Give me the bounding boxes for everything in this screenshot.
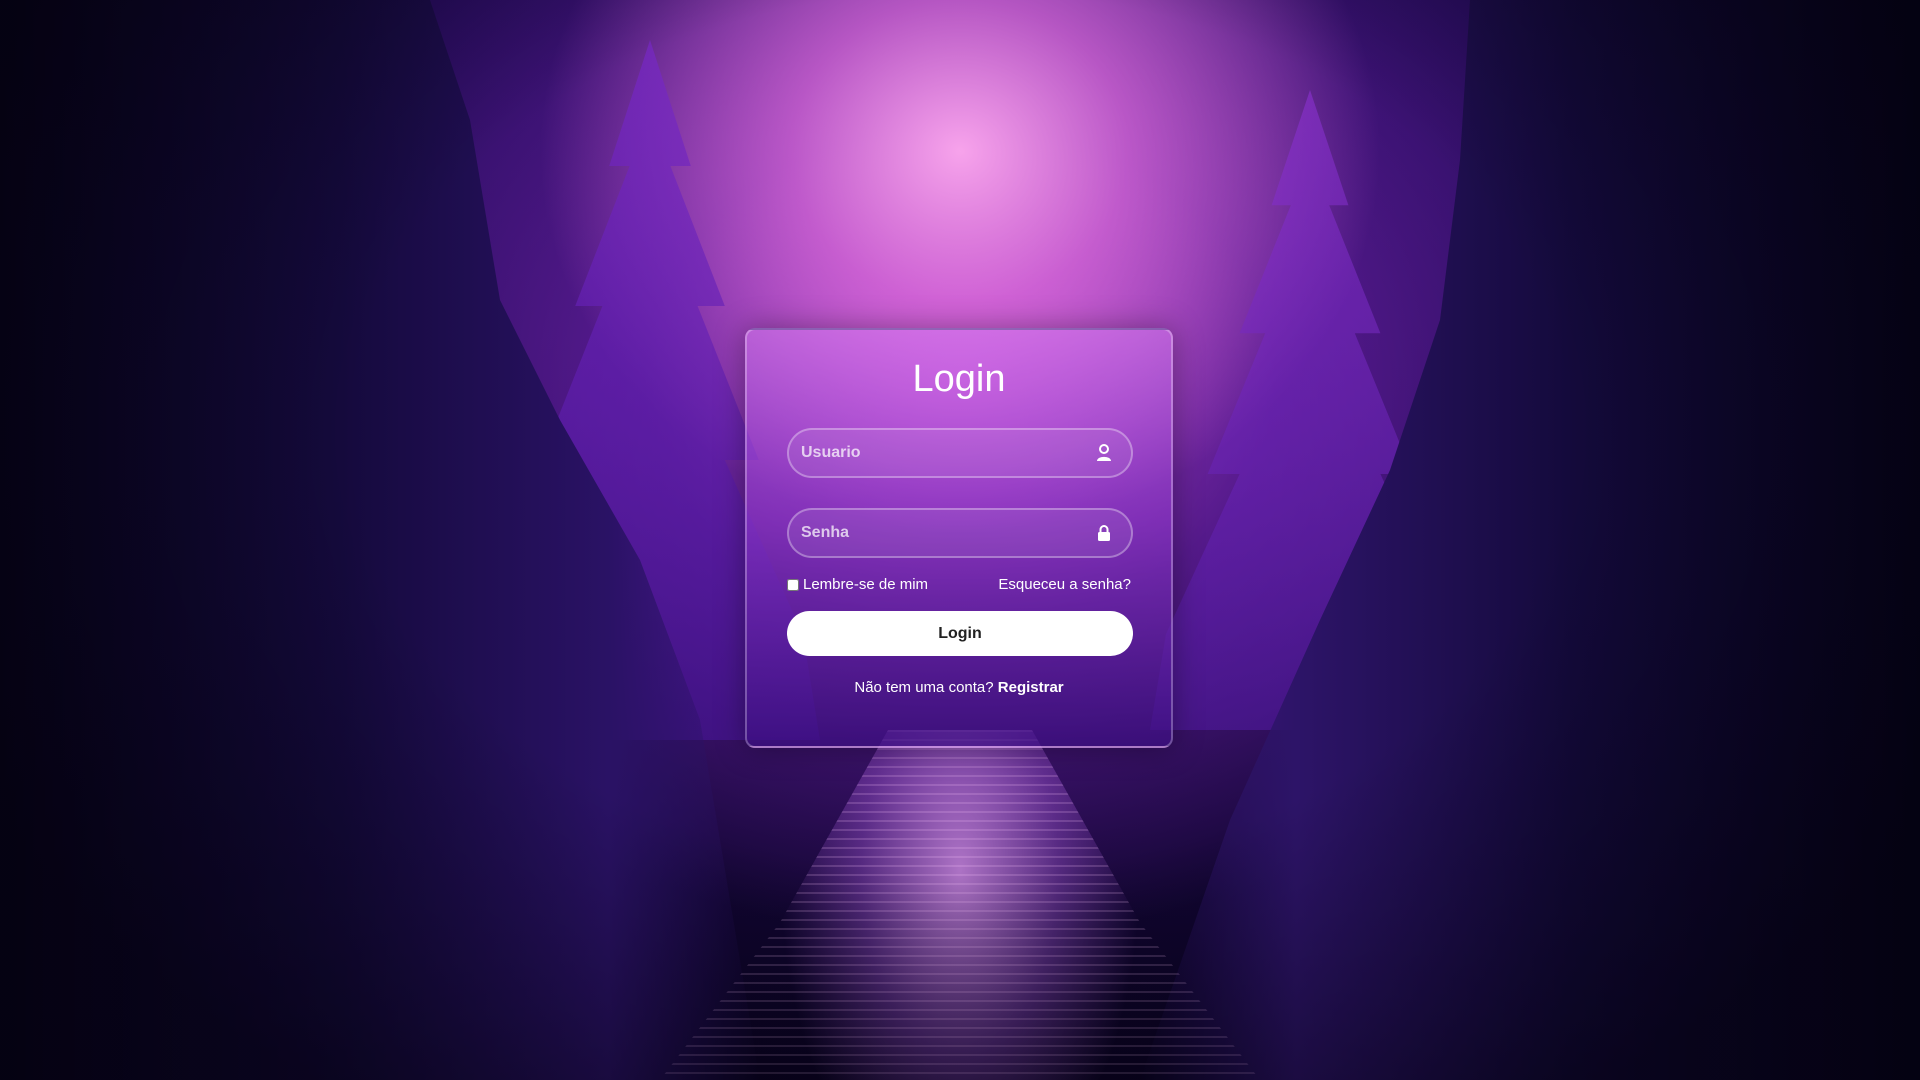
remember-me-checkbox[interactable]: [787, 578, 799, 591]
password-input[interactable]: [787, 508, 1133, 558]
login-title: Login: [912, 358, 1006, 400]
register-prompt: Não tem uma conta?: [854, 679, 994, 696]
username-field: [787, 428, 1133, 478]
remember-me-label: Lembre-se de mim: [803, 576, 929, 593]
remember-me[interactable]: Lembre-se de mim: [787, 576, 928, 593]
user-icon: [1095, 444, 1113, 462]
login-button[interactable]: Login: [787, 611, 1133, 656]
username-input[interactable]: [787, 428, 1133, 478]
lock-icon: [1095, 524, 1113, 542]
login-options-row: Lembre-se de mim Esqueceu a senha?: [787, 576, 1131, 593]
login-card: Login Lembre-se de mim Esqueceu a senha?…: [745, 328, 1173, 748]
password-field: [787, 508, 1133, 558]
register-row: Não tem uma conta? Registrar: [787, 679, 1131, 696]
register-link[interactable]: Registrar: [998, 679, 1064, 696]
forgot-password-link[interactable]: Esqueceu a senha?: [998, 576, 1131, 593]
